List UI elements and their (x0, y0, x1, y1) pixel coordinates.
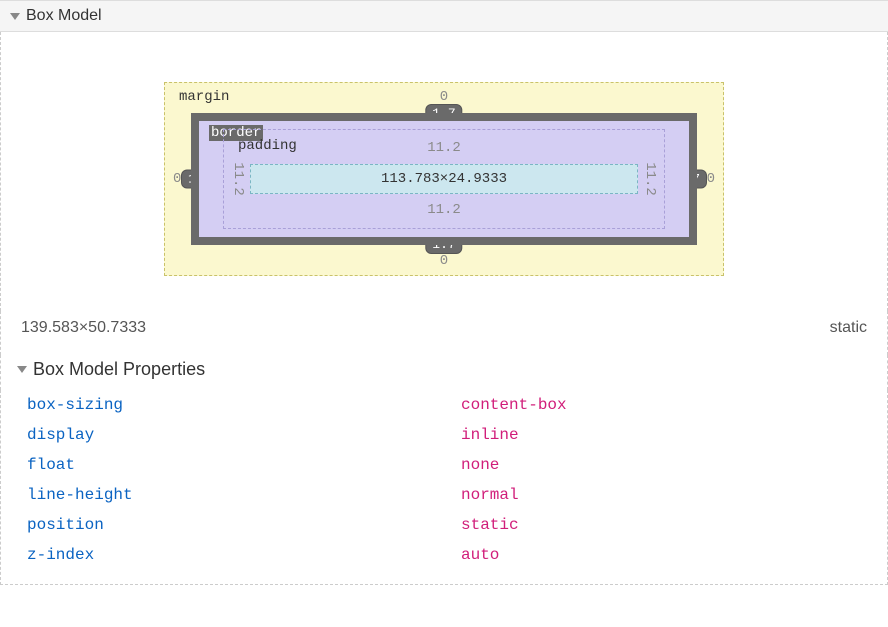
padding-bottom-value[interactable]: 11.2 (427, 202, 461, 218)
property-name[interactable]: z-index (27, 546, 461, 564)
padding-left-value[interactable]: 11.2 (230, 162, 246, 196)
property-row: positionstatic (27, 510, 867, 540)
disclosure-triangle-icon (10, 13, 20, 20)
property-row: box-sizingcontent-box (27, 390, 867, 420)
property-name[interactable]: position (27, 516, 461, 534)
property-row: displayinline (27, 420, 867, 450)
property-name[interactable]: display (27, 426, 461, 444)
properties-title: Box Model Properties (33, 359, 205, 380)
box-model-properties-header[interactable]: Box Model Properties (0, 355, 888, 390)
content-region[interactable]: 113.783×24.9333 (250, 164, 638, 194)
property-row: line-heightnormal (27, 480, 867, 510)
property-value[interactable]: normal (461, 486, 519, 504)
property-name[interactable]: line-height (27, 486, 461, 504)
properties-list: box-sizingcontent-boxdisplayinlinefloatn… (0, 390, 888, 585)
margin-region[interactable]: margin 0 0 0 0 1.7 1.7 1.7 1.7 border pa… (164, 82, 724, 276)
margin-right-value[interactable]: 0 (707, 171, 715, 187)
box-model-figure: margin 0 0 0 0 1.7 1.7 1.7 1.7 border pa… (0, 32, 888, 311)
property-value[interactable]: inline (461, 426, 519, 444)
property-row: floatnone (27, 450, 867, 480)
disclosure-triangle-icon (17, 366, 27, 373)
margin-label: margin (179, 89, 229, 105)
margin-top-value[interactable]: 0 (440, 89, 448, 105)
content-size-value: 113.783×24.9333 (381, 171, 507, 187)
margin-bottom-value[interactable]: 0 (440, 253, 448, 269)
padding-label: padding (238, 138, 297, 154)
property-value[interactable]: static (461, 516, 519, 534)
section-title: Box Model (26, 7, 102, 25)
property-value[interactable]: none (461, 456, 499, 474)
property-row: z-indexauto (27, 540, 867, 570)
padding-region[interactable]: padding 11.2 11.2 11.2 11.2 113.783×24.9… (223, 129, 665, 229)
padding-right-value[interactable]: 11.2 (642, 162, 658, 196)
border-region[interactable]: border padding 11.2 11.2 11.2 11.2 113.7… (191, 113, 697, 245)
box-model-section-header[interactable]: Box Model (0, 0, 888, 32)
element-size-value: 139.583×50.7333 (21, 319, 146, 337)
property-name[interactable]: box-sizing (27, 396, 461, 414)
property-value[interactable]: content-box (461, 396, 567, 414)
property-name[interactable]: float (27, 456, 461, 474)
element-position-value: static (830, 319, 867, 337)
property-value[interactable]: auto (461, 546, 499, 564)
padding-top-value[interactable]: 11.2 (427, 140, 461, 156)
